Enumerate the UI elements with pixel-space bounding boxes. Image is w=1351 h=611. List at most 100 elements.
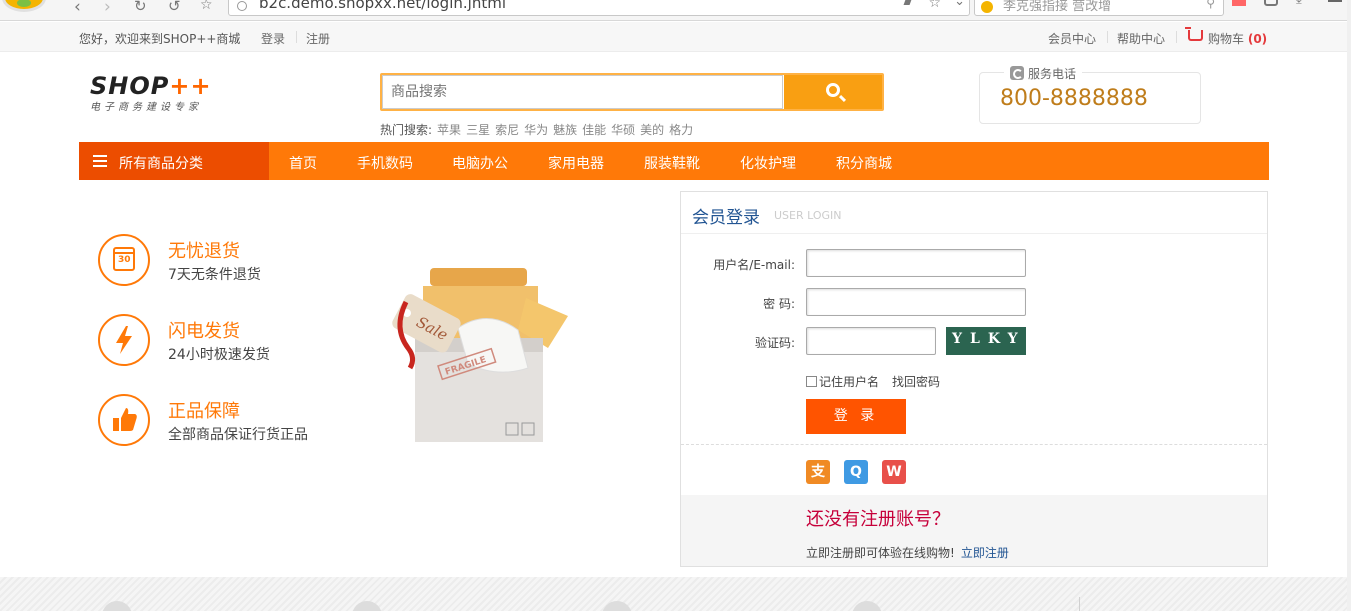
menu-icon[interactable] [1328, 0, 1342, 2]
nav-item-apparel[interactable]: 服装鞋靴 [644, 153, 700, 173]
nav-item-appliances[interactable]: 家用电器 [548, 153, 604, 173]
nav-item-phones[interactable]: 手机数码 [357, 153, 413, 173]
thumbs-up-icon [98, 394, 150, 446]
cart-count: (0) [1247, 32, 1268, 46]
phone-icon [1010, 66, 1024, 80]
divider [296, 31, 297, 43]
browser-search-placeholder[interactable]: 李克强指接 营改增 [1003, 0, 1111, 14]
hot-keyword[interactable]: 苹果 [437, 123, 461, 137]
divider [681, 444, 1267, 445]
hot-keyword[interactable]: 魅族 [553, 123, 577, 137]
divider [1176, 31, 1177, 43]
extension-icon[interactable] [1232, 0, 1246, 6]
welcome-text: 您好，欢迎来到SHOP++商城 [79, 32, 241, 46]
window-icon[interactable] [1264, 0, 1278, 6]
all-categories-label[interactable]: 所有商品分类 [119, 153, 203, 173]
service-phone-box: 服务电话 800-8888888 [979, 65, 1201, 124]
feature-desc: 24小时极速发货 [168, 347, 270, 363]
product-search [380, 73, 884, 111]
register-link[interactable]: 注册 [306, 30, 330, 47]
gift-box-illustration: Sale FRAGILE [392, 268, 568, 442]
undo-icon[interactable]: ↺ [168, 0, 181, 15]
forward-icon[interactable]: › [104, 0, 111, 17]
footer-icon [102, 601, 132, 611]
captcha-image[interactable]: YLKY [946, 327, 1026, 355]
weibo-icon[interactable]: W [882, 460, 906, 484]
cart-icon[interactable] [1185, 27, 1203, 41]
favorite-star-icon[interactable]: ☆ [928, 0, 941, 11]
register-now-link[interactable]: 立即注册 [961, 546, 1009, 560]
login-header: 会员登录 USER LOGIN [681, 192, 1267, 234]
all-categories-button[interactable]: 所有商品分类 [79, 142, 269, 180]
feature-title: 无忧退货 [168, 241, 240, 262]
captcha-field[interactable] [806, 327, 936, 355]
hot-keyword[interactable]: 索尼 [495, 123, 519, 137]
nav-item-cosmetics[interactable]: 化妆护理 [740, 153, 796, 173]
remember-label[interactable]: 记住用户名 [819, 375, 879, 389]
search-input[interactable] [382, 75, 783, 109]
nav-item-points-mall[interactable]: 积分商城 [836, 153, 892, 173]
site-logo[interactable]: SHOP++ 电子商务建设专家 [90, 72, 230, 116]
hot-keyword[interactable]: 格力 [669, 123, 693, 137]
search-icon[interactable]: ⚲ [1206, 0, 1215, 10]
login-panel: 会员登录 USER LOGIN 用户名/E-mail: 密 码: 验证码: YL… [680, 191, 1268, 567]
remember-username[interactable]: 记住用户名 [806, 373, 879, 390]
divider [1107, 31, 1108, 43]
nav-item-computers[interactable]: 电脑办公 [452, 153, 508, 173]
vertical-scrollbar[interactable] [1347, 0, 1351, 611]
footer-icon [352, 601, 382, 611]
hot-searches: 热门搜索: 苹果 三星 索尼 华为 魅族 佳能 华硕 美的 格力 [380, 121, 693, 138]
password-field[interactable] [806, 288, 1026, 316]
reload-icon[interactable]: ↻ [134, 0, 147, 15]
browser-search-box[interactable]: 李克强指接 营改增 ⚲ [974, 0, 1224, 16]
feature-shipping: 闪电发货 24小时极速发货 [98, 314, 378, 366]
hot-keyword[interactable]: 华硕 [611, 123, 635, 137]
login-subtitle: USER LOGIN [774, 209, 842, 222]
hot-keyword[interactable]: 华为 [524, 123, 548, 137]
address-url[interactable]: b2c.demo.shopxx.net/login.jhtml [259, 0, 506, 12]
site-info-icon[interactable] [237, 1, 247, 11]
logo-main: SHOP [90, 72, 170, 100]
member-center-link[interactable]: 会员中心 [1048, 30, 1096, 47]
service-label: 服务电话 [1004, 65, 1083, 82]
password-label: 密 码: [763, 297, 795, 311]
username-field[interactable] [806, 249, 1026, 277]
search-icon [826, 83, 840, 97]
footer-icon [852, 601, 882, 611]
login-link[interactable]: 登录 [261, 30, 285, 47]
search-engine-icon [981, 1, 993, 13]
help-center-link[interactable]: 帮助中心 [1117, 30, 1165, 47]
address-bar[interactable]: b2c.demo.shopxx.net/login.jhtml ☆ ⌄ [228, 0, 970, 16]
browser-toolbar: ‹ › ↻ ↺ ☆ b2c.demo.shopxx.net/login.jhtm… [0, 0, 1351, 21]
register-prompt: 立即注册即可体验在线购物! 立即注册 [806, 546, 1009, 560]
alipay-icon[interactable]: 支 [806, 460, 830, 484]
cart-link[interactable]: 购物车 (0) [1208, 30, 1267, 47]
service-phone-number: 800-8888888 [1000, 86, 1148, 111]
username-label: 用户名/E-mail: [713, 258, 795, 272]
feature-desc: 7天无条件退货 [168, 267, 261, 283]
calendar-icon: 30 [98, 234, 150, 286]
feature-returns: 30 无忧退货 7天无条件退货 [98, 234, 378, 286]
divider [1079, 597, 1080, 611]
logo-plus: ++ [169, 72, 212, 100]
main-nav: 所有商品分类 首页 手机数码 电脑办公 家用电器 服装鞋靴 化妆护理 积分商城 [79, 142, 1269, 180]
lightning-icon[interactable] [903, 0, 913, 5]
cart-label[interactable]: 购物车 [1208, 32, 1244, 46]
top-utility-bar: 您好，欢迎来到SHOP++商城 登录 注册 会员中心 帮助中心 购物车 (0) [0, 22, 1351, 52]
hot-keyword[interactable]: 佳能 [582, 123, 606, 137]
remember-checkbox[interactable] [806, 376, 817, 387]
hot-keyword[interactable]: 美的 [640, 123, 664, 137]
bookmark-star-icon[interactable]: ☆ [200, 0, 213, 13]
search-button[interactable] [784, 75, 882, 109]
download-icon[interactable]: ⤓ [1296, 0, 1310, 7]
nav-item-home[interactable]: 首页 [289, 153, 317, 173]
hot-search-label: 热门搜索: [380, 123, 433, 137]
qq-icon[interactable]: Q [844, 460, 868, 484]
hot-keyword[interactable]: 三星 [466, 123, 490, 137]
forgot-password-link[interactable]: 找回密码 [892, 373, 940, 390]
menu-icon [93, 155, 107, 157]
login-button[interactable]: 登 录 [806, 399, 906, 434]
chevron-down-icon[interactable]: ⌄ [954, 0, 965, 9]
back-icon[interactable]: ‹ [74, 0, 81, 17]
feature-genuine: 正品保障 全部商品保证行货正品 [98, 394, 378, 446]
